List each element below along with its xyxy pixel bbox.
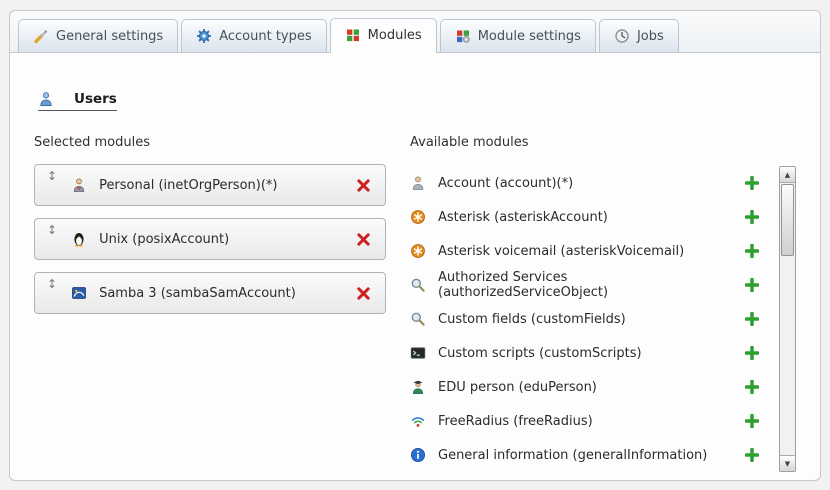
scroll-down-button[interactable]: ▼ xyxy=(780,455,795,471)
section-heading: Users xyxy=(38,91,117,111)
scroll-up-button[interactable]: ▲ xyxy=(780,167,795,183)
tab-modules[interactable]: Modules xyxy=(330,18,437,53)
penguin-icon xyxy=(71,231,87,247)
selected-module-row[interactable]: ↕ Unix (posixAccount) xyxy=(34,218,386,260)
available-module-label: Custom fields (customFields) xyxy=(438,312,626,327)
available-module-row: Asterisk (asteriskAccount) xyxy=(410,200,773,234)
available-modules-list: Account (account)(*) Asterisk (asteriskA… xyxy=(410,166,773,472)
modules-panel: Users Selected modules ↕ Personal (inetO… xyxy=(10,53,820,472)
add-icon[interactable] xyxy=(745,448,759,462)
add-icon[interactable] xyxy=(745,176,759,190)
available-module-label: EDU person (eduPerson) xyxy=(438,380,597,395)
add-icon[interactable] xyxy=(745,312,759,326)
available-module-row: FreeRadius (freeRadius) xyxy=(410,404,773,438)
available-module-row: EDU person (eduPerson) xyxy=(410,370,773,404)
settings-widget: General settings Account types Modules M… xyxy=(9,10,821,481)
scrollbar-thumb[interactable] xyxy=(781,184,794,256)
wrench-icon xyxy=(33,28,49,44)
tab-general-settings[interactable]: General settings xyxy=(18,19,178,52)
scrollbar[interactable]: ▲ ▼ xyxy=(779,166,796,472)
wifi-icon xyxy=(410,413,426,429)
available-module-row: Asterisk voicemail (asteriskVoicemail) xyxy=(410,234,773,268)
available-module-row: Custom fields (customFields) xyxy=(410,302,773,336)
script-icon xyxy=(410,345,426,361)
tab-account-types[interactable]: Account types xyxy=(181,19,326,52)
clock-icon xyxy=(614,28,630,44)
available-module-row: Account (account)(*) xyxy=(410,166,773,200)
selected-module-label: Unix (posixAccount) xyxy=(99,232,356,247)
drag-handle-icon[interactable]: ↕ xyxy=(47,273,57,291)
delete-icon[interactable] xyxy=(356,178,371,193)
modules-icon xyxy=(345,27,361,43)
module-settings-icon xyxy=(455,28,471,44)
available-module-label: Asterisk (asteriskAccount) xyxy=(438,210,608,225)
scrollbar-track[interactable] xyxy=(780,183,795,455)
asterisk-icon xyxy=(410,209,426,225)
info-icon xyxy=(410,447,426,463)
tab-jobs[interactable]: Jobs xyxy=(599,19,679,52)
available-module-row: Authorized Services (authorizedServiceOb… xyxy=(410,268,773,302)
available-module-row: General information (generalInformation) xyxy=(410,438,773,472)
available-modules-column: Available modules Account (account)(*) xyxy=(410,135,796,472)
available-modules-heading: Available modules xyxy=(410,135,796,150)
available-module-label: Custom scripts (customScripts) xyxy=(438,346,642,361)
users-icon xyxy=(38,91,54,107)
selected-modules-list: ↕ Personal (inetOrgPerson)(*) ↕ xyxy=(34,164,386,314)
delete-icon[interactable] xyxy=(356,286,371,301)
add-icon[interactable] xyxy=(745,244,759,258)
graduate-icon xyxy=(410,379,426,395)
add-icon[interactable] xyxy=(745,380,759,394)
samba-icon xyxy=(71,285,87,301)
magnifier-icon xyxy=(410,311,426,327)
available-module-label: FreeRadius (freeRadius) xyxy=(438,414,593,429)
available-module-label: Authorized Services (authorizedServiceOb… xyxy=(438,270,737,300)
add-icon[interactable] xyxy=(745,210,759,224)
tab-label: General settings xyxy=(56,29,163,44)
delete-icon[interactable] xyxy=(356,232,371,247)
selected-modules-column: Selected modules ↕ Personal (inetOrgPers… xyxy=(34,135,386,472)
tab-label: Jobs xyxy=(637,29,664,44)
add-icon[interactable] xyxy=(745,278,759,292)
tab-label: Modules xyxy=(368,28,422,43)
person-icon xyxy=(71,177,87,193)
available-module-row: Custom scripts (customScripts) xyxy=(410,336,773,370)
gear-icon xyxy=(196,28,212,44)
tab-label: Module settings xyxy=(478,29,581,44)
selected-module-label: Personal (inetOrgPerson)(*) xyxy=(99,178,356,193)
add-icon[interactable] xyxy=(745,414,759,428)
magnifier-icon xyxy=(410,277,426,293)
asterisk-icon xyxy=(410,243,426,259)
drag-handle-icon[interactable]: ↕ xyxy=(47,219,57,237)
tab-bar: General settings Account types Modules M… xyxy=(10,11,820,53)
selected-module-label: Samba 3 (sambaSamAccount) xyxy=(99,286,356,301)
tab-module-settings[interactable]: Module settings xyxy=(440,19,596,52)
drag-handle-icon[interactable]: ↕ xyxy=(47,165,57,183)
add-icon[interactable] xyxy=(745,346,759,360)
account-icon xyxy=(410,175,426,191)
selected-modules-heading: Selected modules xyxy=(34,135,386,150)
available-module-label: Asterisk voicemail (asteriskVoicemail) xyxy=(438,244,684,259)
section-title: Users xyxy=(74,91,117,107)
selected-module-row[interactable]: ↕ Personal (inetOrgPerson)(*) xyxy=(34,164,386,206)
available-module-label: Account (account)(*) xyxy=(438,176,573,191)
available-module-label: General information (generalInformation) xyxy=(438,448,707,463)
selected-module-row[interactable]: ↕ Samba 3 (sambaSamAccount) xyxy=(34,272,386,314)
tab-label: Account types xyxy=(219,29,311,44)
